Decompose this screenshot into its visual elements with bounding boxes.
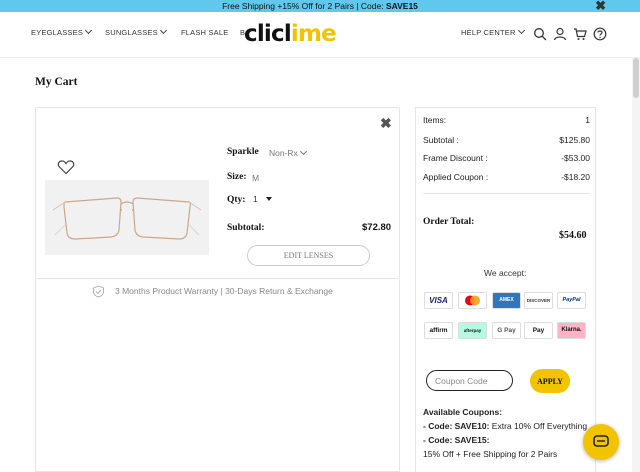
remove-item-icon[interactable]: ✖ — [380, 116, 392, 130]
main-nav: EYEGLASSES SUNGLASSES FLASH SALE B clicl… — [0, 12, 640, 58]
help-icon[interactable] — [593, 27, 607, 41]
qty-label: Qty: — [227, 195, 246, 205]
logo-part-1: clicl — [244, 21, 292, 47]
promo-text: Free Shipping +15% Off for 2 Pairs | Cod… — [222, 1, 386, 11]
summary-subtotal-value: $125.80 — [559, 135, 590, 145]
coupon-save10-text: Extra 10% Off Everything — [489, 421, 588, 431]
caret-down-icon — [266, 197, 273, 201]
promo-bar: Free Shipping +15% Off for 2 Pairs | Cod… — [0, 0, 640, 12]
qty-value: 1 — [253, 194, 258, 204]
product-name: Sparkle — [227, 147, 259, 157]
promo-close-icon[interactable]: ✖ — [595, 0, 606, 12]
amex-label: AMEX — [499, 297, 514, 303]
chevron-down-icon — [517, 26, 525, 35]
afterpay-logo: afterpay — [458, 322, 487, 339]
coupon-code-input[interactable] — [426, 370, 513, 391]
lens-type-value: Non-Rx — [269, 148, 298, 158]
summary-subtotal-row: Subtotal : $125.80 — [423, 135, 590, 145]
available-coupons-heading: Available Coupons: — [423, 407, 503, 417]
size-value: M — [252, 173, 260, 183]
visa-logo: VISA — [424, 292, 453, 309]
page-title: My Cart — [35, 76, 78, 88]
shield-icon — [93, 285, 104, 298]
summary-items-label: Items: — [423, 115, 447, 125]
edit-lenses-button[interactable]: EDIT LENSES — [247, 245, 370, 266]
product-image[interactable] — [45, 180, 209, 255]
summary-coupon-row: Applied Coupon : -$18.20 — [423, 172, 590, 182]
summary-items-value: 1 — [585, 115, 590, 125]
nav-eyeglasses[interactable]: EYEGLASSES — [31, 26, 93, 37]
available-coupons: Available Coupons: - Code: SAVE10: Extra… — [423, 405, 593, 461]
affirm-logo: affirm — [424, 322, 453, 339]
mastercard-logo — [458, 292, 487, 309]
summary-items-row: Items: 1 — [423, 115, 590, 125]
chat-button[interactable] — [583, 424, 619, 460]
we-accept-label: We accept: — [484, 268, 527, 278]
qty-select[interactable]: 1 — [253, 194, 273, 204]
nav-help-center-label: HELP CENTER — [461, 28, 516, 37]
summary-frame-discount-label: Frame Discount : — [423, 153, 488, 163]
apple-pay-logo: Pay — [524, 322, 553, 339]
promo-code: SAVE15 — [385, 1, 418, 11]
size-label: Size: — [227, 172, 247, 182]
warranty-text: 3 Months Product Warranty | 30-Days Retu… — [115, 286, 333, 296]
nav-flash-sale-label: FLASH SALE — [181, 28, 229, 37]
heart-icon[interactable] — [57, 158, 75, 176]
mastercard-circles — [465, 295, 480, 306]
summary-coupon-value: -$18.20 — [561, 172, 590, 182]
afterpay-label: afterpay — [463, 328, 482, 333]
coupon-save15-code: - Code: SAVE15: — [423, 435, 490, 445]
item-subtotal-label: Subtotal: — [227, 223, 265, 233]
lens-type-select[interactable]: Non-Rx — [269, 147, 307, 158]
warranty-panel — [35, 279, 400, 472]
klarna-label: Klarna. — [561, 327, 582, 333]
page-scrollbar-track[interactable] — [632, 58, 640, 472]
logo-part-2: i — [290, 21, 299, 47]
paypal-logo: PayPal — [557, 292, 586, 309]
discover-logo: DISCOVER — [524, 292, 553, 309]
cart-icon[interactable] — [573, 27, 587, 41]
chevron-down-icon — [159, 26, 167, 35]
summary-coupon-label: Applied Coupon : — [423, 172, 489, 182]
summary-divider — [423, 193, 590, 194]
search-icon[interactable] — [533, 27, 547, 41]
klarna-logo: Klarna. — [557, 322, 586, 339]
glasses-image — [52, 197, 202, 240]
page-scrollbar-thumb[interactable] — [633, 58, 639, 98]
discover-label: DISCOVER — [526, 298, 551, 303]
apple-pay-label: Pay — [532, 327, 545, 334]
amex-logo: AMEX — [492, 292, 521, 309]
logo-part-3: me — [298, 21, 337, 47]
paypal-label: PayPal — [562, 297, 581, 303]
nav-help-center[interactable]: HELP CENTER — [461, 26, 525, 37]
coupon-save15-text: 15% Off + Free Shipping for 2 Pairs — [423, 449, 558, 459]
summary-frame-discount-value: -$53.00 — [561, 153, 590, 163]
google-pay-logo: G Pay — [492, 322, 521, 339]
visa-label: VISA — [429, 296, 448, 305]
chevron-down-icon — [84, 26, 93, 35]
chevron-down-icon — [299, 147, 307, 156]
nav-flash-sale[interactable]: FLASH SALE — [181, 28, 228, 37]
nav-sunglasses[interactable]: SUNGLASSES — [105, 26, 167, 37]
order-total-value: $54.60 — [559, 230, 587, 241]
google-pay-label: G Pay — [497, 327, 516, 334]
chat-icon — [593, 435, 609, 447]
nav-eyeglasses-label: EYEGLASSES — [31, 28, 84, 37]
user-icon[interactable] — [553, 27, 567, 41]
brand-logo[interactable]: cliclime — [244, 20, 337, 48]
nav-sunglasses-label: SUNGLASSES — [105, 28, 158, 37]
apply-coupon-button[interactable]: APPLY — [530, 369, 570, 393]
order-total-label: Order Total: — [423, 217, 475, 227]
summary-frame-discount-row: Frame Discount : -$53.00 — [423, 153, 590, 163]
item-subtotal-value: $72.80 — [362, 222, 392, 233]
affirm-label: affirm — [429, 327, 448, 334]
summary-subtotal-label: Subtotal : — [423, 135, 459, 145]
coupon-save10-code: - Code: SAVE10: — [423, 421, 490, 431]
